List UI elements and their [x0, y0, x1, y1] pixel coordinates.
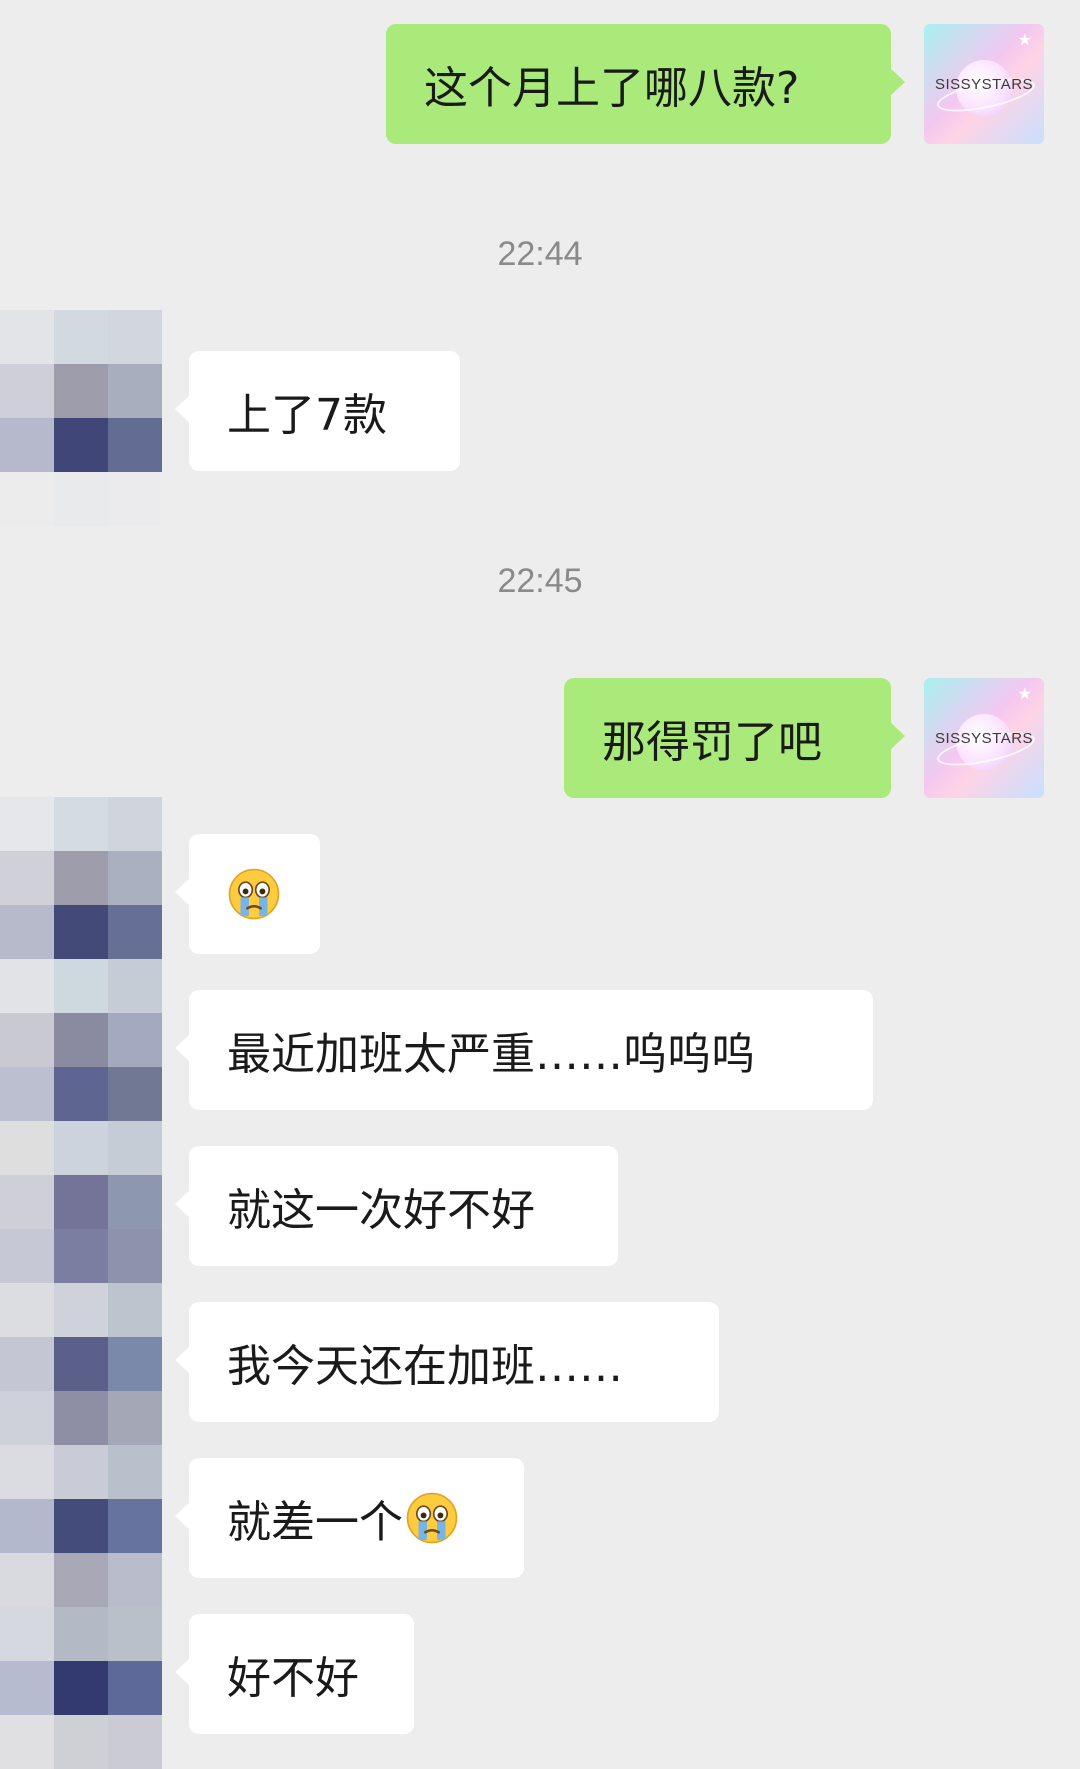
avatar-pixel — [54, 1175, 108, 1229]
message-timestamp: 22:44 — [497, 235, 583, 273]
avatar-pixel — [54, 1067, 108, 1121]
incoming-message-bubble[interactable] — [175, 834, 320, 954]
avatar-pixel — [108, 1013, 162, 1067]
avatar-pixel — [0, 1391, 54, 1445]
avatar-pixel — [108, 310, 162, 364]
avatar-pixel — [0, 1553, 54, 1607]
my-avatar[interactable]: ★ SISSYSTARS — [924, 678, 1044, 798]
avatar-pixel — [54, 1121, 108, 1175]
avatar-pixel — [54, 851, 108, 905]
message-text: 上了7款 — [227, 390, 387, 441]
avatar-pixel — [54, 905, 108, 959]
avatar-pixel — [0, 1175, 54, 1229]
avatar-pixel — [108, 1445, 162, 1499]
incoming-message-bubble[interactable]: 上了7款 — [175, 351, 460, 471]
avatar-pixel — [54, 1715, 108, 1769]
avatar-pixel — [0, 1337, 54, 1391]
avatar-pixel — [54, 472, 108, 526]
avatar-pixel — [108, 1391, 162, 1445]
avatar-pixel — [54, 1229, 108, 1283]
avatar-pixel — [54, 1013, 108, 1067]
avatar-pixel — [0, 472, 54, 526]
avatar-pixel — [0, 1661, 54, 1715]
avatar-logo-text: SISSYSTARS — [934, 76, 1034, 93]
avatar-pixel — [54, 364, 108, 418]
incoming-message-bubble[interactable]: 我今天还在加班…… — [175, 1302, 719, 1422]
avatar-pixel — [0, 1715, 54, 1769]
avatar-pixel — [108, 797, 162, 851]
contact-avatar[interactable] — [0, 797, 162, 1769]
avatar-pixel — [54, 1391, 108, 1445]
avatar-pixel — [0, 851, 54, 905]
avatar-pixel — [54, 959, 108, 1013]
avatar-pixel — [108, 905, 162, 959]
outgoing-message-bubble[interactable]: 那得罚了吧 — [564, 678, 905, 798]
avatar-pixel — [0, 1499, 54, 1553]
incoming-message-bubble[interactable]: 好不好 — [175, 1614, 414, 1734]
avatar-pixel — [0, 1121, 54, 1175]
avatar-pixel — [54, 1445, 108, 1499]
avatar-pixel — [0, 959, 54, 1013]
avatar-pixel — [0, 1283, 54, 1337]
incoming-message-bubble[interactable]: 就这一次好不好 — [175, 1146, 618, 1266]
message-text: 这个月上了哪八款? — [424, 63, 800, 114]
avatar-pixel — [0, 364, 54, 418]
crying-face-emoji-icon — [228, 868, 280, 920]
avatar-pixel — [108, 1067, 162, 1121]
avatar-pixel — [0, 1607, 54, 1661]
avatar-pixel — [108, 1553, 162, 1607]
avatar-pixel — [108, 851, 162, 905]
message-text: 好不好 — [227, 1653, 359, 1704]
avatar-pixel — [0, 1067, 54, 1121]
contact-avatar[interactable] — [0, 310, 162, 526]
star-icon: ★ — [1017, 30, 1032, 49]
avatar-pixel — [108, 418, 162, 472]
avatar-pixel — [54, 1607, 108, 1661]
message-text: 就这一次好不好 — [227, 1185, 535, 1236]
avatar-pixel — [108, 959, 162, 1013]
avatar-pixel — [108, 1121, 162, 1175]
avatar-pixel — [0, 310, 54, 364]
avatar-pixel — [54, 797, 108, 851]
message-text: 我今天还在加班…… — [227, 1341, 623, 1392]
avatar-pixel — [108, 1607, 162, 1661]
avatar-pixel — [108, 1499, 162, 1553]
crying-face-emoji-icon — [406, 1492, 458, 1544]
message-text: 就差一个 — [227, 1497, 403, 1548]
avatar-logo-text: SISSYSTARS — [934, 730, 1034, 747]
avatar-pixel — [108, 364, 162, 418]
avatar-pixel — [108, 1337, 162, 1391]
avatar-pixel — [0, 418, 54, 472]
message-text: 最近加班太严重……呜呜呜 — [227, 1029, 755, 1080]
avatar-pixel — [54, 1661, 108, 1715]
avatar-pixel — [108, 472, 162, 526]
avatar-pixel — [54, 1499, 108, 1553]
avatar-pixel — [54, 1337, 108, 1391]
avatar-pixel — [0, 797, 54, 851]
avatar-pixel — [54, 418, 108, 472]
avatar-pixel — [54, 1283, 108, 1337]
message-timestamp: 22:45 — [497, 562, 583, 600]
avatar-pixel — [108, 1661, 162, 1715]
avatar-pixel — [0, 1229, 54, 1283]
avatar-pixel — [108, 1175, 162, 1229]
my-avatar[interactable]: ★ SISSYSTARS — [924, 24, 1044, 144]
outgoing-message-bubble[interactable]: 这个月上了哪八款? — [386, 24, 905, 144]
avatar-pixel — [0, 1013, 54, 1067]
incoming-message-bubble[interactable]: 就差一个 — [175, 1458, 524, 1578]
incoming-message-bubble[interactable]: 最近加班太严重……呜呜呜 — [175, 990, 873, 1110]
message-text: 那得罚了吧 — [602, 717, 822, 768]
avatar-pixel — [108, 1715, 162, 1769]
avatar-pixel — [54, 310, 108, 364]
avatar-pixel — [0, 905, 54, 959]
avatar-pixel — [108, 1283, 162, 1337]
avatar-pixel — [0, 1445, 54, 1499]
star-icon: ★ — [1017, 684, 1032, 703]
avatar-pixel — [54, 1553, 108, 1607]
avatar-pixel — [108, 1229, 162, 1283]
